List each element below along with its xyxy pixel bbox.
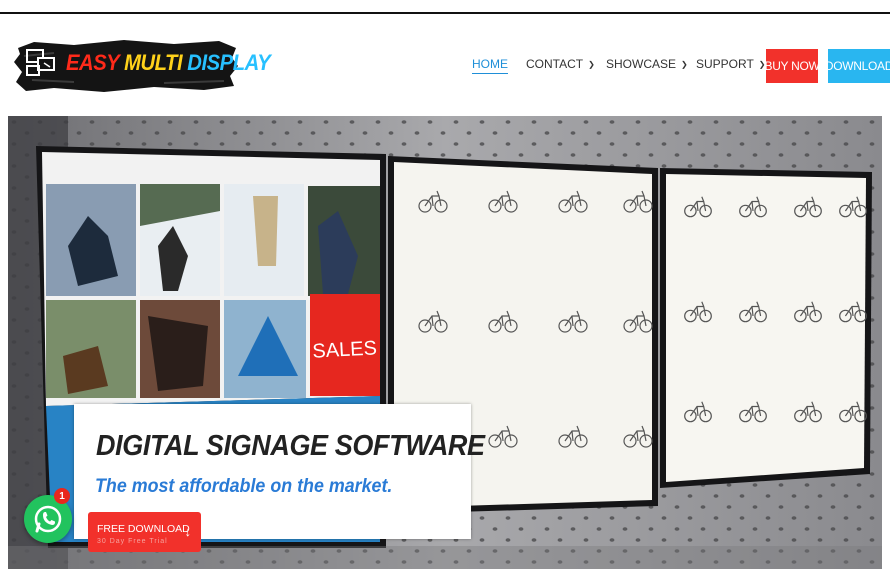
nav-home-label: HOME [472,57,508,74]
download-button[interactable]: DOWNLOAD [828,49,890,83]
nav-showcase[interactable]: SHOWCASE ❯ [606,57,688,71]
arrow-down-icon: ↓ [184,524,192,539]
chevron-down-icon: ❯ [681,59,688,69]
logo-text: EASY MULTI DISPLAY [66,50,271,76]
nav-support[interactable]: SUPPORT ❯ [696,57,766,71]
free-trial-label: 30 Day Free Trial [97,538,168,545]
top-divider [0,12,890,14]
nav-showcase-label: SHOWCASE [606,57,677,71]
site-logo[interactable]: EASY MULTI DISPLAY [14,36,271,94]
hero-subtitle: The most affordable on the market. [95,476,393,497]
buy-now-button[interactable]: BUY NOW [764,49,820,83]
logo-word-multi: MULTI [124,50,183,75]
notification-badge: 1 [54,488,70,504]
free-download-button[interactable]: FREE DOWNLOAD 30 Day Free Trial ↓ [88,512,201,552]
page: EASY MULTI DISPLAY HOME CONTACT ❯ SHOWCA… [0,0,890,569]
free-download-label: FREE DOWNLOAD [97,523,190,535]
nav-home[interactable]: HOME [472,57,508,74]
logo-word-display: DISPLAY [187,50,271,75]
hero-title: DIGITAL SIGNAGE SOFTWARE [96,430,485,462]
chevron-down-icon: ❯ [588,59,595,69]
nav-support-label: SUPPORT [696,57,754,71]
nav-contact[interactable]: CONTACT ❯ [526,57,595,71]
nav-contact-label: CONTACT [526,57,584,71]
logo-word-easy: EASY [66,50,119,75]
sales-tile-text: SALES [312,337,378,362]
